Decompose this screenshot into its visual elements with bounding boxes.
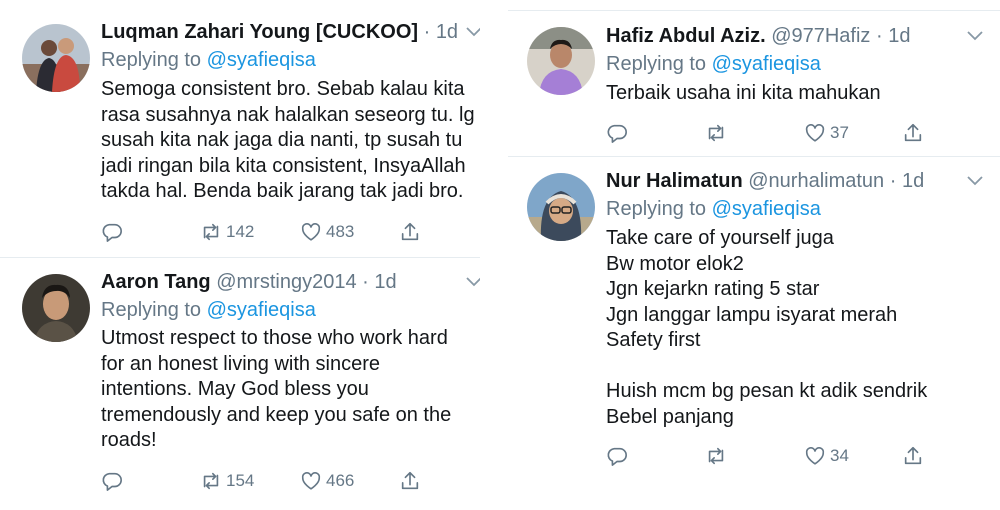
tweet-text: Semoga consistent bro. Sebab kalau kita … xyxy=(101,78,475,202)
retweet-icon xyxy=(203,472,219,490)
reply-icon xyxy=(102,223,122,242)
replying-to: Replying to @syafieqisa xyxy=(606,197,821,221)
tweet-header: Aaron Tang @mrstingy2014 · 1d xyxy=(101,270,397,294)
like-button[interactable]: 466 xyxy=(300,469,354,493)
left-column: Luqman Zahari Young [CUCKOO] · 1d Replyi… xyxy=(0,0,482,510)
like-count: 466 xyxy=(326,471,355,490)
retweet-button[interactable]: 142 xyxy=(200,220,254,244)
reply-button[interactable] xyxy=(606,121,628,145)
share-icon xyxy=(401,471,419,490)
replying-to-handle[interactable]: @syafieqisa xyxy=(207,299,316,321)
reply-button[interactable] xyxy=(101,469,123,493)
replying-to: Replying to @syafieqisa xyxy=(606,52,821,76)
tweet-card[interactable]: Hafiz Abdul Aziz. @977Hafiz · 1d Replyin… xyxy=(508,11,1000,154)
share-icon xyxy=(401,222,419,241)
right-column: Hafiz Abdul Aziz. @977Hafiz · 1d Replyin… xyxy=(508,0,1000,510)
like-count: 34 xyxy=(830,446,849,465)
column-gap xyxy=(480,0,508,510)
author-handle[interactable]: @nurhalimatun xyxy=(748,170,884,192)
separator-dot: · xyxy=(423,21,436,43)
avatar[interactable] xyxy=(527,173,595,241)
retweet-count: 154 xyxy=(226,471,255,490)
replying-to-handle[interactable]: @syafieqisa xyxy=(712,53,821,75)
tweet-text: Utmost respect to those who work hard fo… xyxy=(101,327,452,451)
like-button[interactable]: 483 xyxy=(300,220,354,244)
share-icon xyxy=(904,446,922,465)
tweet-card[interactable]: Aaron Tang @mrstingy2014 · 1d Replying t… xyxy=(0,258,482,510)
avatar[interactable] xyxy=(22,24,90,92)
share-icon xyxy=(904,123,922,142)
reply-icon xyxy=(102,472,122,491)
author-name[interactable]: Nur Halimatun xyxy=(606,170,743,192)
replying-label: Replying to xyxy=(101,299,202,321)
share-button[interactable] xyxy=(399,469,421,493)
share-button[interactable] xyxy=(902,444,924,468)
replying-label: Replying to xyxy=(101,49,202,71)
retweet-button[interactable] xyxy=(705,444,731,468)
replying-to: Replying to @syafieqisa xyxy=(101,298,316,322)
timestamp[interactable]: 1d xyxy=(888,25,910,47)
avatar[interactable] xyxy=(22,274,90,342)
replying-to-handle[interactable]: @syafieqisa xyxy=(712,198,821,220)
retweet-icon xyxy=(203,223,219,241)
author-handle[interactable]: @977Hafiz xyxy=(771,25,870,47)
reply-button[interactable] xyxy=(101,220,123,244)
replying-to-handle[interactable]: @syafieqisa xyxy=(207,49,316,71)
tweet-header: Luqman Zahari Young [CUCKOO] · 1d xyxy=(101,20,458,44)
retweet-icon xyxy=(708,124,724,142)
reply-button[interactable] xyxy=(606,444,628,468)
separator-dot: · xyxy=(884,170,902,192)
tweet-actions: 34 xyxy=(606,444,936,468)
timestamp[interactable]: 1d xyxy=(374,271,396,293)
like-count: 483 xyxy=(326,222,355,241)
share-button[interactable] xyxy=(399,220,421,244)
like-icon xyxy=(301,472,321,490)
author-handle[interactable]: @mrstingy2014 xyxy=(216,271,356,293)
like-button[interactable]: 37 xyxy=(804,121,849,145)
like-button[interactable]: 34 xyxy=(804,444,849,468)
replying-label: Replying to xyxy=(606,53,707,75)
retweet-button[interactable]: 154 xyxy=(200,469,254,493)
replying-label: Replying to xyxy=(606,198,707,220)
tweet-text: Take care of yourself juga Bw motor elok… xyxy=(606,227,928,428)
author-name[interactable]: Aaron Tang xyxy=(101,271,211,293)
reply-icon xyxy=(607,124,627,143)
chevron-down-icon[interactable] xyxy=(966,30,984,42)
separator-dot: · xyxy=(870,25,889,47)
like-icon xyxy=(301,223,321,241)
replying-to: Replying to @syafieqisa xyxy=(101,48,316,72)
share-button[interactable] xyxy=(902,121,924,145)
timestamp[interactable]: 1d xyxy=(436,21,458,43)
like-icon xyxy=(805,447,825,465)
tweet-card[interactable]: Luqman Zahari Young [CUCKOO] · 1d Replyi… xyxy=(0,0,482,255)
tweet-actions: 154 466 xyxy=(101,469,431,493)
like-icon xyxy=(805,124,825,142)
tweet-text: Terbaik usaha ini kita mahukan xyxy=(606,82,881,104)
avatar[interactable] xyxy=(527,27,595,95)
timestamp[interactable]: 1d xyxy=(902,170,924,192)
tweet-header: Nur Halimatun @nurhalimatun · 1d xyxy=(606,169,924,193)
tweet-actions: 142 483 xyxy=(101,220,431,244)
chevron-down-icon[interactable] xyxy=(966,175,984,187)
author-name[interactable]: Hafiz Abdul Aziz. xyxy=(606,25,766,47)
tweet-card[interactable]: Nur Halimatun @nurhalimatun · 1d Replyin… xyxy=(508,157,1000,510)
separator-dot: · xyxy=(356,271,375,293)
tweet-actions: 37 xyxy=(606,121,936,145)
tweet-header: Hafiz Abdul Aziz. @977Hafiz · 1d xyxy=(606,24,910,48)
reply-icon xyxy=(607,447,627,466)
author-name[interactable]: Luqman Zahari Young [CUCKOO] xyxy=(101,21,418,43)
retweet-button[interactable] xyxy=(705,121,731,145)
retweet-icon xyxy=(708,447,724,465)
like-count: 37 xyxy=(830,123,849,142)
retweet-count: 142 xyxy=(226,222,255,241)
